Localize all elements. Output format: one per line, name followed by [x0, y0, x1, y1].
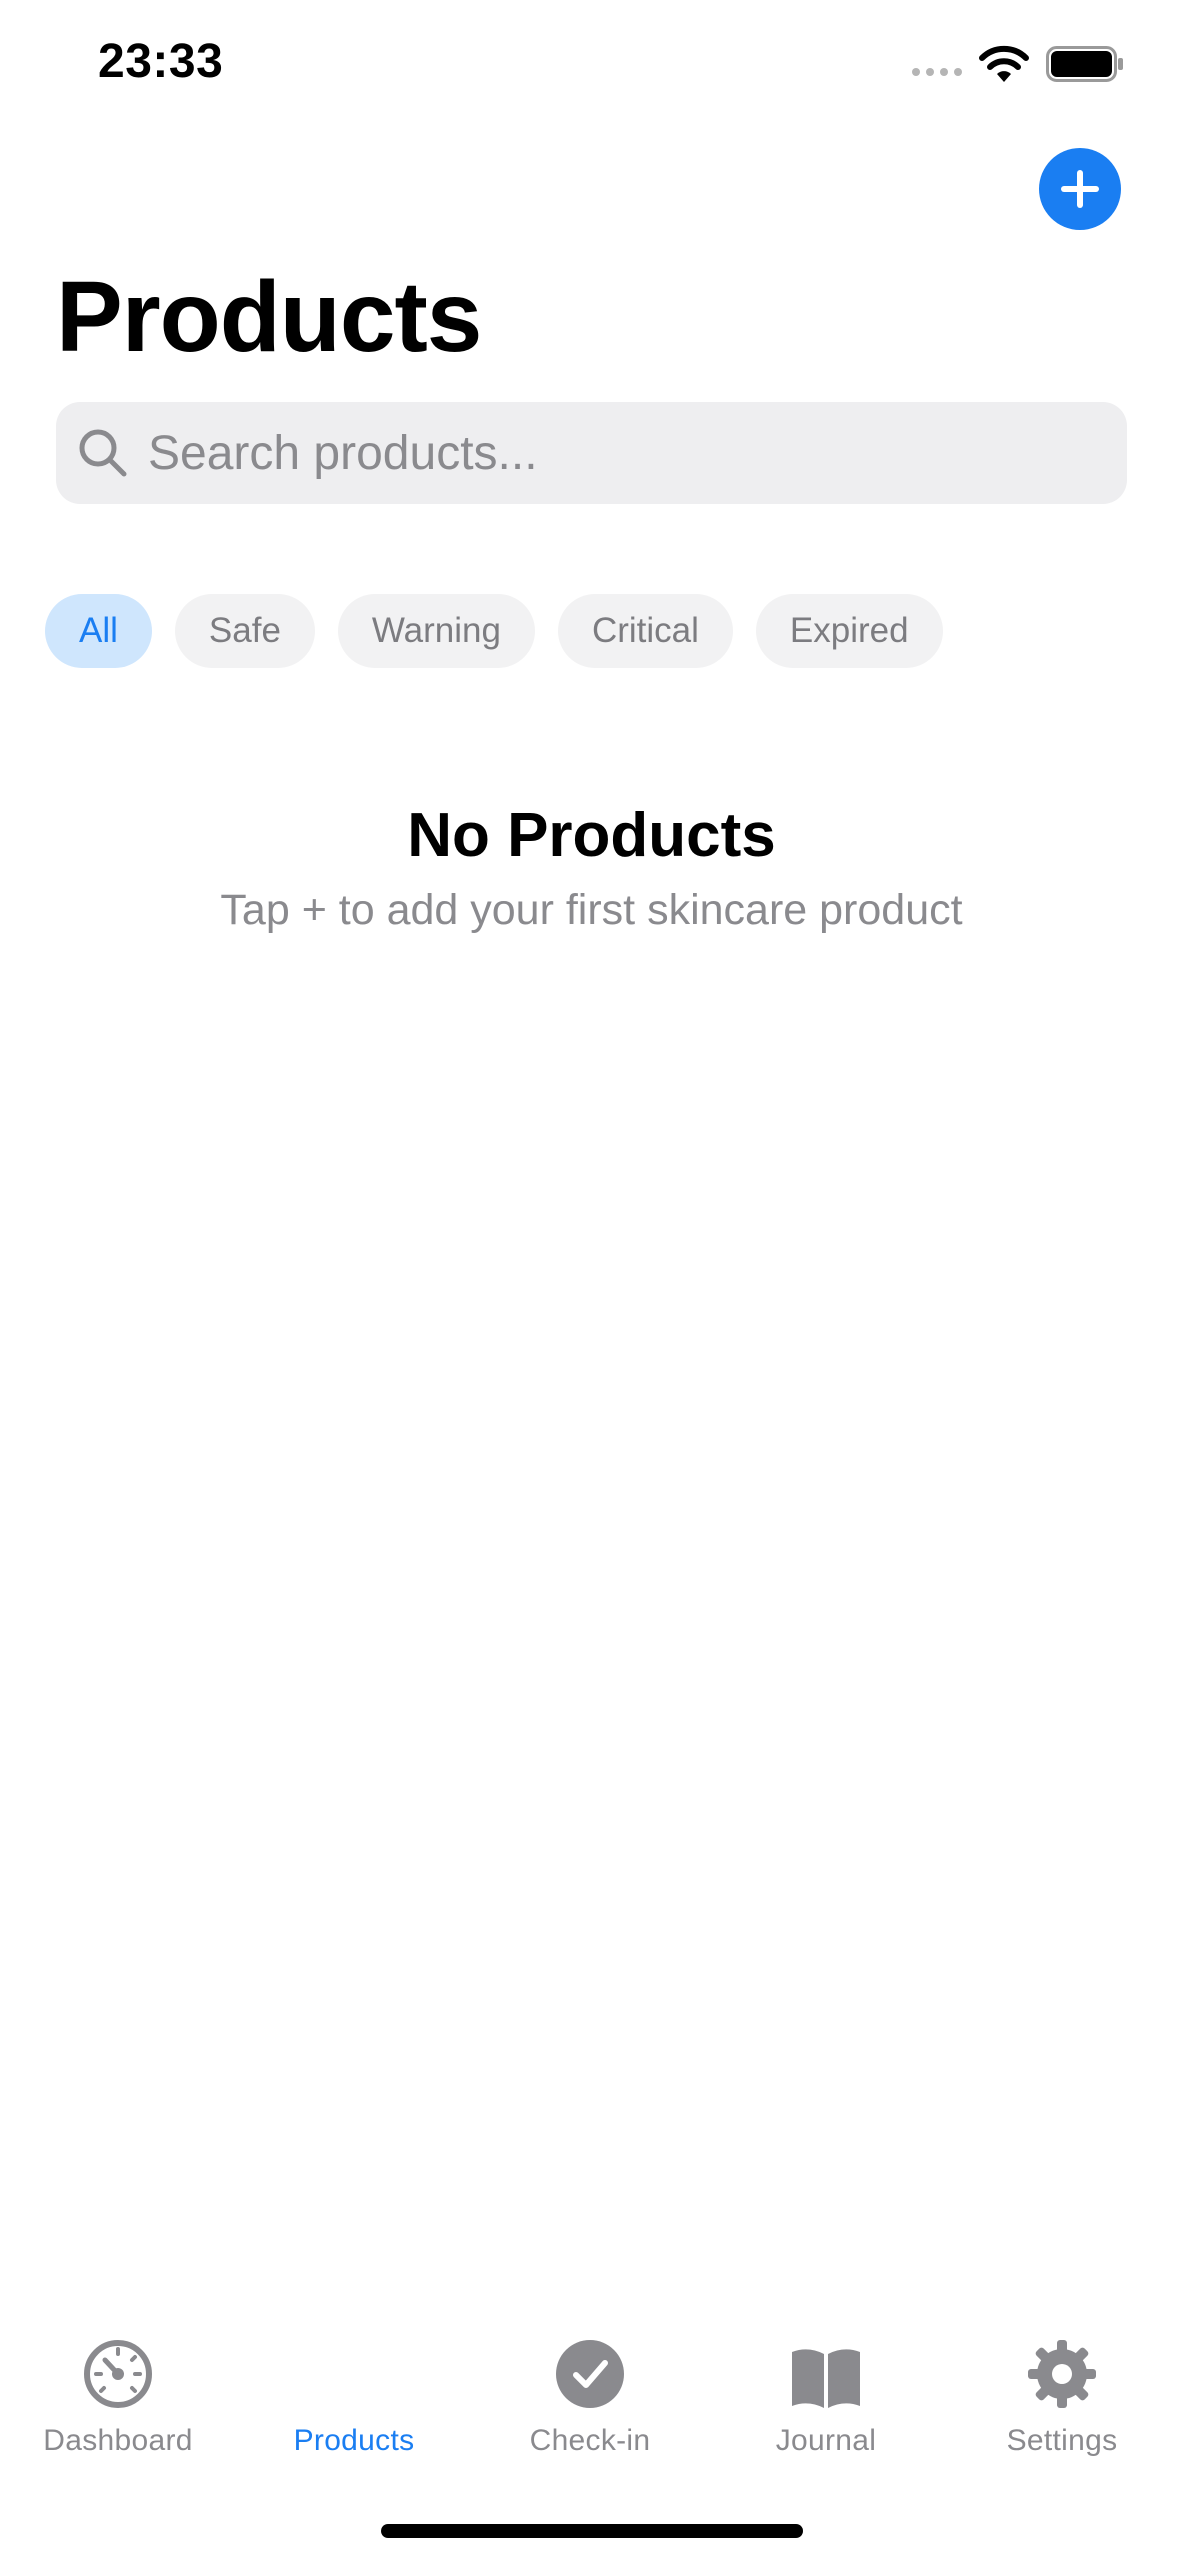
tab-label-dashboard: Dashboard — [43, 2424, 193, 2457]
search-bar[interactable] — [56, 402, 1127, 504]
tab-check-in[interactable]: Check-in — [472, 2312, 708, 2462]
tab-journal[interactable]: Journal — [708, 2312, 944, 2462]
filter-chip-critical[interactable]: Critical — [557, 594, 733, 668]
page-title: Products — [56, 261, 482, 373]
tab-bar: Dashboard Products Check-in Journal Sett… — [0, 2312, 1183, 2462]
tab-label-settings: Settings — [1006, 2424, 1118, 2457]
tab-settings[interactable]: Settings — [944, 2312, 1180, 2462]
tab-label-products: Products — [293, 2424, 415, 2457]
search-input[interactable] — [148, 402, 1108, 504]
search-icon — [79, 429, 127, 477]
filter-chip-expired[interactable]: Expired — [755, 594, 943, 668]
wifi-icon — [979, 45, 1029, 82]
tab-label-journal: Journal — [775, 2424, 877, 2457]
empty-state-title: No Products — [407, 801, 776, 870]
add-product-button[interactable] — [1039, 148, 1121, 230]
book-icon — [792, 2349, 860, 2408]
tab-label-check-in: Check-in — [529, 2424, 651, 2457]
status-bar: 23:33 — [0, 0, 1183, 130]
battery-icon — [1046, 46, 1123, 82]
home-indicator — [381, 2524, 803, 2538]
cellular-signal-icon — [912, 68, 962, 76]
tab-dashboard[interactable]: Dashboard — [0, 2312, 236, 2462]
checkmark-circle-icon — [556, 2340, 624, 2408]
filter-chip-all[interactable]: All — [45, 594, 152, 668]
plus-icon — [1061, 170, 1099, 208]
gear-icon — [1028, 2340, 1096, 2408]
filter-chips: All Safe Warning Critical Expired — [45, 594, 943, 668]
gauge-icon — [84, 2340, 152, 2408]
tab-products[interactable]: Products — [236, 2312, 472, 2462]
status-time: 23:33 — [98, 35, 224, 88]
filter-chip-warning[interactable]: Warning — [337, 594, 535, 668]
empty-state-subtitle: Tap + to add your first skincare product — [220, 886, 963, 934]
filter-chip-safe[interactable]: Safe — [174, 594, 315, 668]
